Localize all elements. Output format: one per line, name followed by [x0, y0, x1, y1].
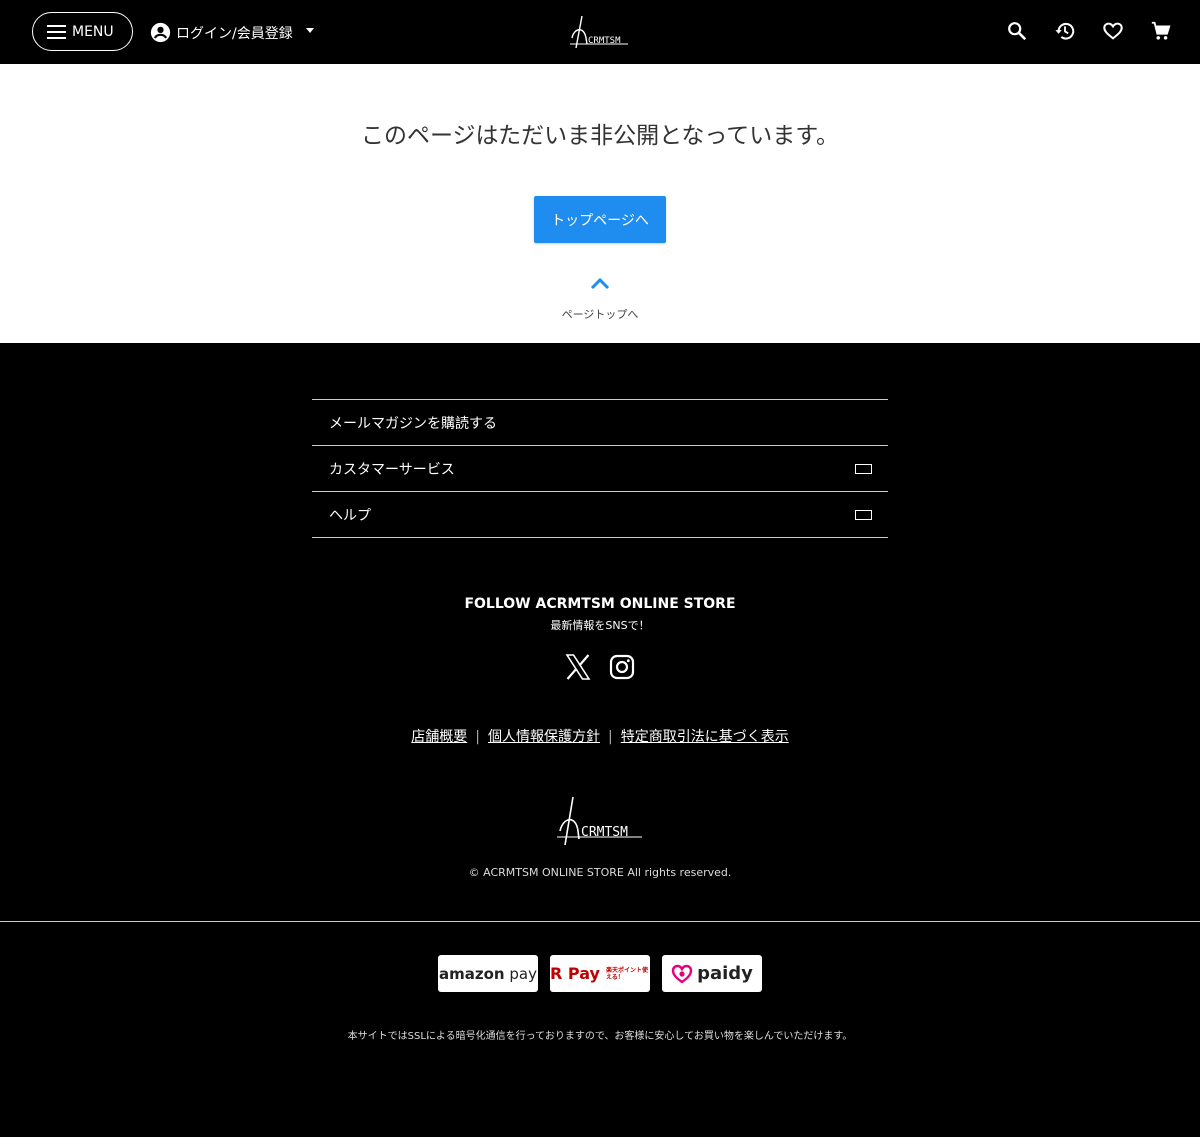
login-label: ログイン/会員登録 [176, 25, 293, 42]
rakuten-pay-badge: R Pay 楽天ポイント使える！ [550, 955, 650, 992]
site-footer: メールマガジンを購読する カスタマーサービス ヘルプ FOLLOW ACRMTS… [0, 343, 1200, 922]
link-separator: | [608, 729, 613, 745]
paidy-badge: paidy [662, 955, 762, 992]
customer-service-row[interactable]: カスタマーサービス [312, 446, 888, 492]
hamburger-icon [47, 24, 66, 39]
list-item-label: メールマガジンを購読する [329, 415, 497, 432]
footer-accordion: メールマガジンを購読する カスタマーサービス ヘルプ [312, 399, 888, 538]
list-item-label: カスタマーサービス [329, 461, 455, 478]
chevron-up-icon [590, 277, 610, 290]
list-item-label: ヘルプ [329, 507, 371, 524]
expand-icon [855, 509, 872, 520]
follow-subtitle: 最新情報をSNSで！ [550, 619, 650, 632]
caret-down-icon [305, 28, 314, 33]
footer-logo[interactable]: CRMTSM [556, 795, 644, 847]
svg-text:CRMTSM: CRMTSM [581, 825, 628, 840]
commercial-law-link[interactable]: 特定商取引法に基づく表示 [621, 729, 789, 745]
privacy-policy-link[interactable]: 個人情報保護方針 [488, 729, 600, 745]
payment-badges: amazon pay R Pay 楽天ポイント使える！ paidy [0, 955, 1200, 992]
x-icon[interactable] [564, 653, 592, 681]
payment-section: amazon pay R Pay 楽天ポイント使える！ paidy 本サイトでは… [0, 921, 1200, 1137]
svg-text:CRMTSM: CRMTSM [588, 36, 621, 46]
amazon-pay-badge: amazon pay [438, 955, 538, 992]
ssl-note: 本サイトではSSLによる暗号化通信を行っておりますので、お客様に安心してお買い物… [347, 1031, 853, 1042]
page-top-link[interactable]: ページトップへ [540, 276, 660, 322]
history-icon[interactable] [1054, 20, 1076, 42]
main-content: このページはただいま非公開となっています。 トップページへ ページトップへ [0, 64, 1200, 343]
rakuten-pay: Pay [567, 964, 600, 983]
menu-button[interactable]: MENU [32, 12, 133, 51]
unpublished-notice: このページはただいま非公開となっています。 [361, 123, 839, 149]
rakuten-note: 楽天ポイント使える！ [605, 966, 648, 981]
help-row[interactable]: ヘルプ [312, 492, 888, 538]
site-header: MENU ログイン/会員登録 CRMTSM [0, 0, 1200, 64]
site-logo[interactable]: CRMTSM [568, 14, 630, 50]
store-overview-link[interactable]: 店舗概要 [411, 729, 467, 745]
instagram-icon[interactable] [608, 653, 636, 681]
paidy-word: paidy [697, 963, 753, 984]
footer-links: 店舗概要 | 個人情報保護方針 | 特定商取引法に基づく表示 [0, 726, 1200, 746]
amazon-word: amazon [439, 964, 505, 983]
cart-icon[interactable] [1150, 20, 1172, 42]
account-icon [150, 22, 171, 43]
paidy-logo-icon [671, 964, 693, 983]
sns-links [0, 653, 1200, 681]
newsletter-row[interactable]: メールマガジンを購読する [312, 400, 888, 446]
rakuten-r: R [550, 964, 563, 983]
heart-icon[interactable] [1102, 20, 1124, 42]
follow-title: FOLLOW ACRMTSM ONLINE STORE [464, 596, 736, 612]
header-icon-group [1006, 20, 1172, 42]
page-top-label: ページトップへ [561, 308, 639, 321]
copyright: © ACRMTSM ONLINE STORE All rights reserv… [468, 866, 732, 879]
follow-section: FOLLOW ACRMTSM ONLINE STORE 最新情報をSNSで！ [0, 596, 1200, 633]
pay-word: pay [509, 964, 537, 983]
search-icon[interactable] [1006, 20, 1028, 42]
expand-icon [855, 463, 872, 474]
login-dropdown[interactable]: ログイン/会員登録 [150, 22, 314, 43]
menu-label: MENU [72, 23, 114, 40]
top-page-button[interactable]: トップページへ [534, 196, 666, 243]
link-separator: | [475, 729, 480, 745]
